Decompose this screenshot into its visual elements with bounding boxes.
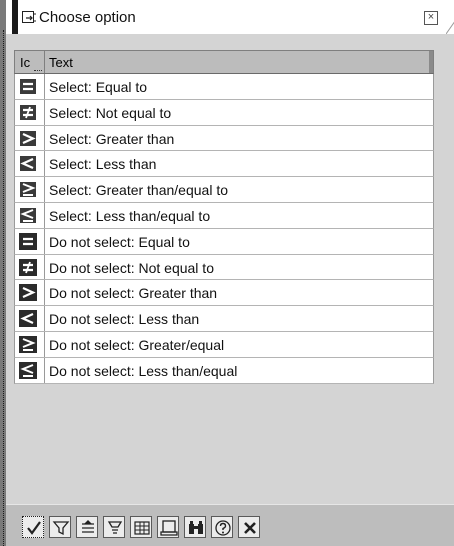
sort-descending-button[interactable] — [103, 516, 125, 538]
table-body: Select: Equal to Select: Not equal to Sele… — [14, 74, 434, 384]
table-row[interactable]: Select: Equal to — [14, 74, 434, 100]
icon-cell — [15, 280, 45, 306]
option-text: Do not select: Not equal to — [49, 259, 214, 276]
filter-button[interactable] — [49, 516, 71, 538]
icon-cell — [15, 151, 45, 177]
table-row[interactable]: Do not select: Equal to — [14, 228, 434, 255]
table-row[interactable]: Select: Greater than/equal to — [14, 177, 434, 203]
greater-equal-icon — [20, 182, 36, 198]
table-row[interactable]: Do not select: Not equal to — [14, 254, 434, 281]
option-text: Select: Equal to — [49, 79, 148, 95]
not-equal-icon — [19, 258, 37, 276]
bottom-toolbar — [6, 504, 454, 546]
table-row[interactable]: Do not select: Less than/equal — [14, 357, 434, 384]
not-equal-icon — [20, 104, 36, 120]
option-text: Select: Greater than — [49, 130, 175, 147]
print-button[interactable] — [157, 516, 179, 538]
close-button[interactable]: × — [424, 11, 438, 25]
icon-cell — [15, 125, 45, 151]
header-edge — [429, 51, 433, 73]
icon-cell — [15, 254, 45, 280]
table-view-button[interactable] — [130, 516, 152, 538]
option-text: Do not select: Less than — [49, 311, 200, 328]
greater-than-icon — [19, 284, 37, 302]
window-title: Choose option — [39, 9, 136, 26]
table-row[interactable]: Select: Less than/equal to — [14, 202, 434, 229]
table-row[interactable]: Do not select: Greater/equal — [14, 331, 434, 358]
window-icon — [22, 11, 37, 24]
option-text: Do not select: Less than/equal — [49, 362, 238, 379]
option-text: Select: Not equal to — [49, 104, 172, 121]
help-button[interactable] — [211, 516, 233, 538]
sort-ascending-button[interactable] — [76, 516, 98, 538]
table-row[interactable]: Select: Less than — [14, 151, 434, 178]
less-equal-icon — [19, 361, 37, 379]
icon-cell — [15, 177, 45, 202]
equal-icon — [19, 232, 37, 250]
table-row[interactable]: Select: Not equal to — [14, 99, 434, 126]
title-bar-corner — [445, 0, 454, 35]
icon-cell — [15, 99, 45, 125]
icon-cell — [15, 202, 45, 228]
greater-than-icon — [20, 130, 36, 146]
icon-cell — [15, 357, 45, 383]
icon-cell — [15, 306, 45, 331]
table-header: Ic Text — [14, 50, 434, 74]
icon-cell — [15, 228, 45, 254]
equal-icon — [20, 79, 36, 94]
title-bar-accent — [12, 0, 18, 34]
column-header-icon[interactable]: Ic — [15, 51, 45, 73]
greater-equal-icon — [19, 335, 37, 353]
option-text: Select: Less than/equal to — [49, 207, 211, 224]
less-than-icon — [20, 156, 36, 172]
title-bar[interactable]: Choose option × — [6, 0, 454, 35]
option-text: Select: Greater than/equal to — [49, 182, 228, 199]
icon-cell — [15, 74, 45, 99]
confirm-button[interactable] — [22, 516, 44, 538]
dialog-left-border — [0, 0, 6, 546]
find-button[interactable] — [184, 516, 206, 538]
option-text: Select: Less than — [49, 156, 157, 173]
table-row[interactable]: Select: Greater than — [14, 125, 434, 152]
table-row[interactable]: Do not select: Less than — [14, 306, 434, 332]
less-equal-icon — [20, 207, 36, 223]
option-text: Do not select: Greater than — [49, 285, 218, 302]
table-row[interactable]: Do not select: Greater than — [14, 280, 434, 307]
less-than-icon — [19, 310, 37, 328]
column-header-text[interactable]: Text — [46, 51, 430, 73]
option-text: Do not select: Equal to — [49, 233, 190, 250]
choose-option-dialog: Choose option × Ic Text Select: Equal to… — [0, 0, 454, 546]
options-table: Ic Text Select: Equal to Select: Not equa… — [14, 50, 434, 384]
cancel-button[interactable] — [238, 516, 260, 538]
option-text: Do not select: Greater/equal — [49, 336, 225, 353]
icon-cell — [15, 331, 45, 357]
